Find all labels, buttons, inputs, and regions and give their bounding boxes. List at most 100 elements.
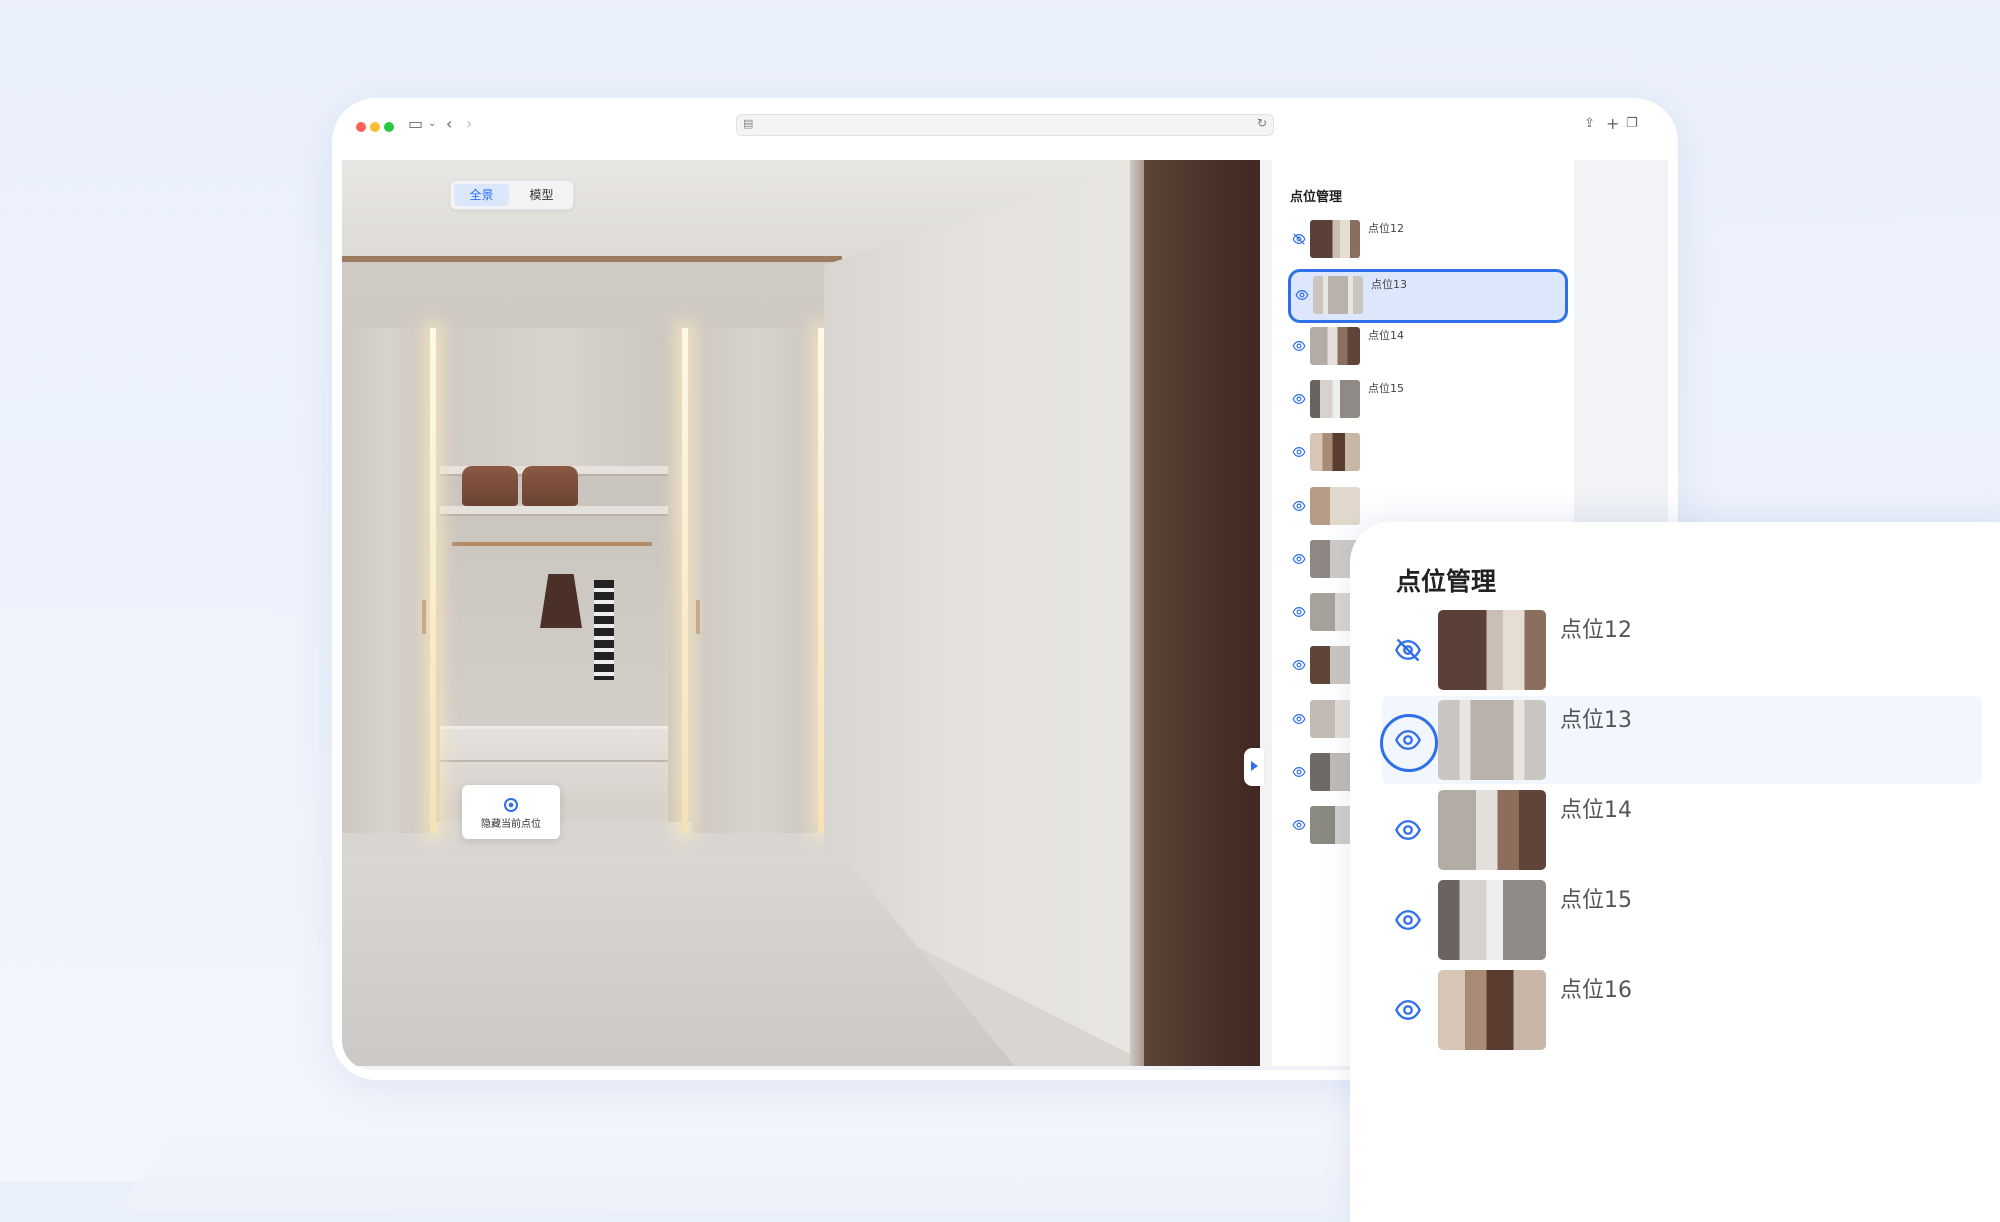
panel-collapse-toggle[interactable] bbox=[1244, 748, 1264, 786]
point-list-item[interactable]: 点位13 bbox=[1288, 269, 1568, 324]
eye-icon[interactable] bbox=[1292, 339, 1306, 353]
visibility-toggle[interactable] bbox=[1292, 712, 1306, 726]
scene-cornice bbox=[342, 256, 842, 262]
visibility-toggle[interactable] bbox=[1292, 605, 1306, 619]
share-icon[interactable]: ⇪ bbox=[1584, 114, 1595, 134]
panorama-viewer[interactable]: 全景 模型 隐藏当前点位 bbox=[342, 160, 1260, 1066]
scene-light-strip bbox=[682, 328, 688, 833]
sidebar-toggle-icon[interactable]: ▭ bbox=[408, 114, 423, 134]
point-thumbnail[interactable] bbox=[1310, 326, 1360, 365]
point-name: 点位13 bbox=[1560, 708, 1632, 733]
scene-light-strip bbox=[818, 328, 824, 833]
point-thumbnail[interactable] bbox=[1438, 700, 1546, 780]
point-list-item[interactable]: 点位12 bbox=[1288, 216, 1566, 264]
eye-icon bbox=[504, 798, 518, 812]
panel-title: 点位管理 bbox=[1290, 190, 1343, 205]
visibility-toggle[interactable] bbox=[1292, 339, 1306, 353]
zoom-point-list-item[interactable]: 点位15 bbox=[1382, 876, 1982, 964]
point-list-item[interactable]: 点位15 bbox=[1288, 376, 1566, 424]
eye-icon[interactable] bbox=[1292, 658, 1306, 672]
tab-panorama[interactable]: 全景 bbox=[454, 184, 509, 206]
tab-overview-icon[interactable]: ❐ bbox=[1626, 114, 1638, 134]
point-list-item[interactable]: 点位14 bbox=[1288, 323, 1566, 371]
scene-storage-box bbox=[462, 466, 518, 506]
zoom-point-list-item[interactable]: 点位12 bbox=[1382, 606, 1982, 694]
scene-wardrobe-left bbox=[342, 328, 430, 833]
eye-icon[interactable] bbox=[1295, 288, 1309, 302]
eye-icon[interactable] bbox=[1292, 445, 1306, 459]
point-management-zoom-callout: 点位管理 点位12 点位13 点位14 点位15 点位16 bbox=[1350, 522, 2000, 1222]
visibility-toggle[interactable] bbox=[1394, 906, 1422, 934]
point-list-item[interactable] bbox=[1288, 429, 1566, 477]
point-name: 点位13 bbox=[1371, 278, 1407, 292]
visibility-toggle[interactable] bbox=[1292, 658, 1306, 672]
scene-drawer-line bbox=[440, 760, 668, 762]
eye-icon[interactable] bbox=[1292, 765, 1306, 779]
point-name: 点位14 bbox=[1560, 798, 1632, 823]
visibility-toggle[interactable] bbox=[1394, 636, 1422, 664]
new-tab-icon[interactable]: + bbox=[1606, 114, 1619, 134]
scene-wardrobe-right bbox=[692, 328, 822, 833]
visibility-toggle[interactable] bbox=[1292, 499, 1306, 513]
point-thumbnail[interactable] bbox=[1438, 970, 1546, 1050]
visibility-toggle[interactable] bbox=[1292, 445, 1306, 459]
eye-icon[interactable] bbox=[1394, 906, 1422, 934]
visibility-toggle[interactable] bbox=[1292, 232, 1306, 246]
eye-icon[interactable] bbox=[1394, 726, 1422, 754]
eye-icon[interactable] bbox=[1292, 712, 1306, 726]
eye-off-icon[interactable] bbox=[1394, 636, 1422, 664]
caret-right-icon bbox=[1251, 761, 1258, 771]
minimize-window-button[interactable] bbox=[370, 122, 380, 132]
point-thumbnail[interactable] bbox=[1310, 379, 1360, 418]
close-window-button[interactable] bbox=[356, 122, 366, 132]
reload-icon[interactable]: ↻ bbox=[1257, 116, 1267, 130]
visibility-toggle[interactable] bbox=[1394, 816, 1422, 844]
zoom-point-list-item[interactable]: 点位16 bbox=[1382, 966, 1982, 1054]
point-thumbnail[interactable] bbox=[1438, 880, 1546, 960]
back-icon[interactable]: ‹ bbox=[446, 114, 452, 134]
eye-icon[interactable] bbox=[1394, 996, 1422, 1024]
scene-dark-door bbox=[1144, 160, 1260, 1066]
scene-wardrobe-top bbox=[434, 328, 674, 468]
view-mode-switch: 全景 模型 bbox=[450, 180, 574, 210]
page-icon: ▤ bbox=[743, 117, 754, 130]
eye-icon[interactable] bbox=[1292, 499, 1306, 513]
zoom-point-list-item[interactable]: 点位13 bbox=[1380, 696, 1982, 784]
visibility-toggle[interactable] bbox=[1292, 818, 1306, 832]
point-name: 点位12 bbox=[1560, 618, 1632, 643]
visibility-toggle[interactable] bbox=[1295, 288, 1309, 302]
maximize-window-button[interactable] bbox=[384, 122, 394, 132]
point-thumbnail[interactable] bbox=[1438, 790, 1546, 870]
visibility-toggle[interactable] bbox=[1394, 726, 1422, 754]
point-thumbnail[interactable] bbox=[1438, 610, 1546, 690]
eye-icon[interactable] bbox=[1394, 816, 1422, 844]
stage-shadow bbox=[117, 1090, 1503, 1210]
scene-scarf bbox=[594, 580, 614, 680]
eye-icon[interactable] bbox=[1292, 392, 1306, 406]
eye-icon[interactable] bbox=[1292, 818, 1306, 832]
chevron-down-icon[interactable]: ⌄ bbox=[428, 114, 436, 134]
tab-model[interactable]: 模型 bbox=[514, 184, 569, 206]
visibility-toggle[interactable] bbox=[1292, 392, 1306, 406]
point-name: 点位16 bbox=[1560, 978, 1632, 1003]
point-thumbnail[interactable] bbox=[1313, 276, 1363, 315]
eye-icon[interactable] bbox=[1292, 552, 1306, 566]
forward-icon[interactable]: › bbox=[466, 114, 472, 134]
scene-shelf bbox=[440, 506, 668, 516]
point-thumbnail[interactable] bbox=[1310, 433, 1360, 472]
eye-icon[interactable] bbox=[1292, 605, 1306, 619]
visibility-toggle[interactable] bbox=[1292, 552, 1306, 566]
scene-handle bbox=[422, 600, 426, 634]
address-bar[interactable]: ▤ ↻ bbox=[736, 114, 1274, 136]
visibility-toggle[interactable] bbox=[1394, 996, 1422, 1024]
point-name: 点位15 bbox=[1368, 381, 1404, 395]
hide-current-point-button[interactable]: 隐藏当前点位 bbox=[462, 785, 560, 839]
zoom-point-list-item[interactable]: 点位14 bbox=[1382, 786, 1982, 874]
visibility-toggle[interactable] bbox=[1292, 765, 1306, 779]
point-thumbnail[interactable] bbox=[1310, 486, 1360, 525]
point-thumbnail[interactable] bbox=[1310, 220, 1360, 258]
eye-off-icon[interactable] bbox=[1292, 232, 1306, 246]
hide-current-point-label: 隐藏当前点位 bbox=[481, 819, 541, 830]
zoom-panel-title: 点位管理 bbox=[1396, 567, 1497, 596]
point-name: 点位15 bbox=[1560, 888, 1632, 913]
